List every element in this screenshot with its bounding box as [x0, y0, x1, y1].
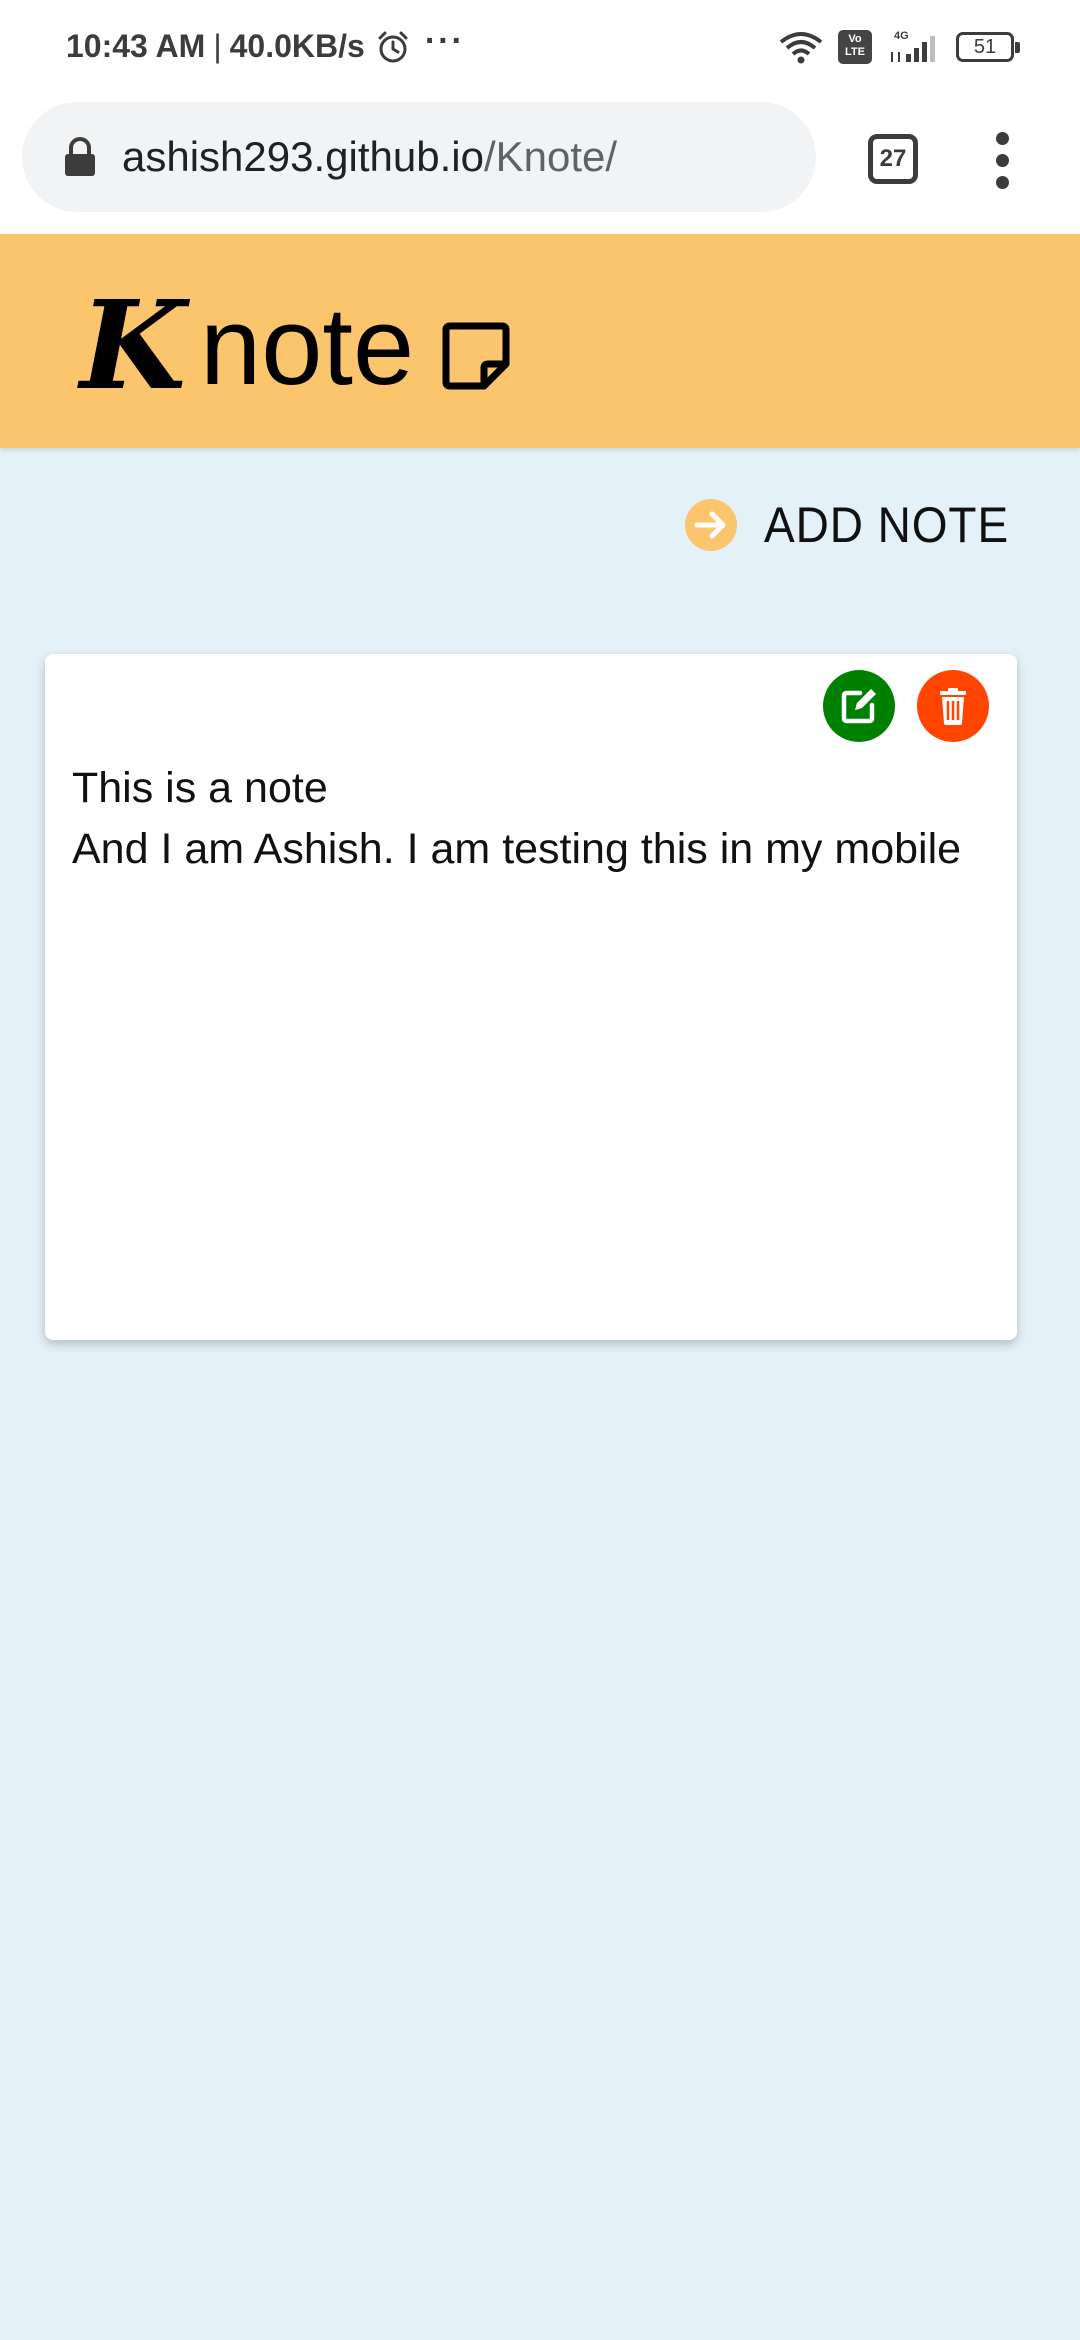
kebab-dot	[996, 132, 1009, 145]
lock-icon[interactable]	[62, 137, 98, 177]
note-card: This is a note And I am Ashish. I am tes…	[45, 654, 1017, 1340]
battery-level: 51	[973, 36, 997, 58]
url-path: /Knote/	[483, 133, 618, 180]
note-content: This is a note And I am Ashish. I am tes…	[72, 758, 997, 880]
more-notifications-indicator: ···	[424, 21, 465, 60]
sticky-note-icon	[442, 322, 510, 390]
brand-logo[interactable]: K note	[80, 284, 514, 406]
network-speed: 40.0KB/s	[229, 28, 365, 64]
url-text[interactable]: ashish293.github.io/Knote/	[122, 133, 617, 181]
browser-toolbar: ashish293.github.io/Knote/ 27	[0, 100, 1080, 234]
edit-icon	[841, 689, 876, 724]
note-line: This is a note	[72, 764, 328, 812]
address-bar[interactable]: ashish293.github.io/Knote/	[22, 102, 816, 212]
arrow-circle-right-icon	[685, 499, 737, 551]
status-left: 10:43 AM | 40.0KB/s ···	[66, 21, 465, 65]
edit-note-button[interactable]	[823, 670, 895, 742]
note-actions	[823, 670, 989, 742]
signal-label: 4G	[894, 30, 909, 42]
status-separator: |	[213, 28, 222, 64]
trash-icon	[940, 688, 966, 725]
wifi-icon	[779, 32, 823, 64]
app-header: K note	[0, 234, 1080, 448]
brand-letter: K	[80, 273, 187, 417]
menu-kebab-icon[interactable]	[986, 130, 1020, 190]
battery-icon: 51	[956, 32, 1020, 62]
brand-text: note	[200, 285, 415, 408]
status-right: Vo LTE 4G 51	[778, 30, 1020, 64]
add-note-button[interactable]: ADD NOTE	[684, 496, 1030, 554]
battery-tip	[1015, 42, 1020, 53]
add-note-label: ADD NOTE	[764, 497, 1010, 553]
signal-icon: 4G	[891, 30, 935, 62]
url-host: ashish293.github.io	[122, 133, 484, 180]
delete-note-button[interactable]	[917, 670, 989, 742]
status-bar: 10:43 AM | 40.0KB/s ··· Vo LTE 4G 51	[0, 0, 1080, 100]
status-time: 10:43 AM	[66, 28, 206, 64]
kebab-dot	[996, 176, 1009, 189]
tab-switcher-button[interactable]: 27	[868, 134, 918, 184]
kebab-dot	[996, 154, 1009, 167]
alarm-icon	[378, 31, 408, 62]
note-line: And I am Ashish. I am testing this in my…	[72, 825, 962, 873]
volte-icon: Vo LTE	[838, 30, 872, 64]
